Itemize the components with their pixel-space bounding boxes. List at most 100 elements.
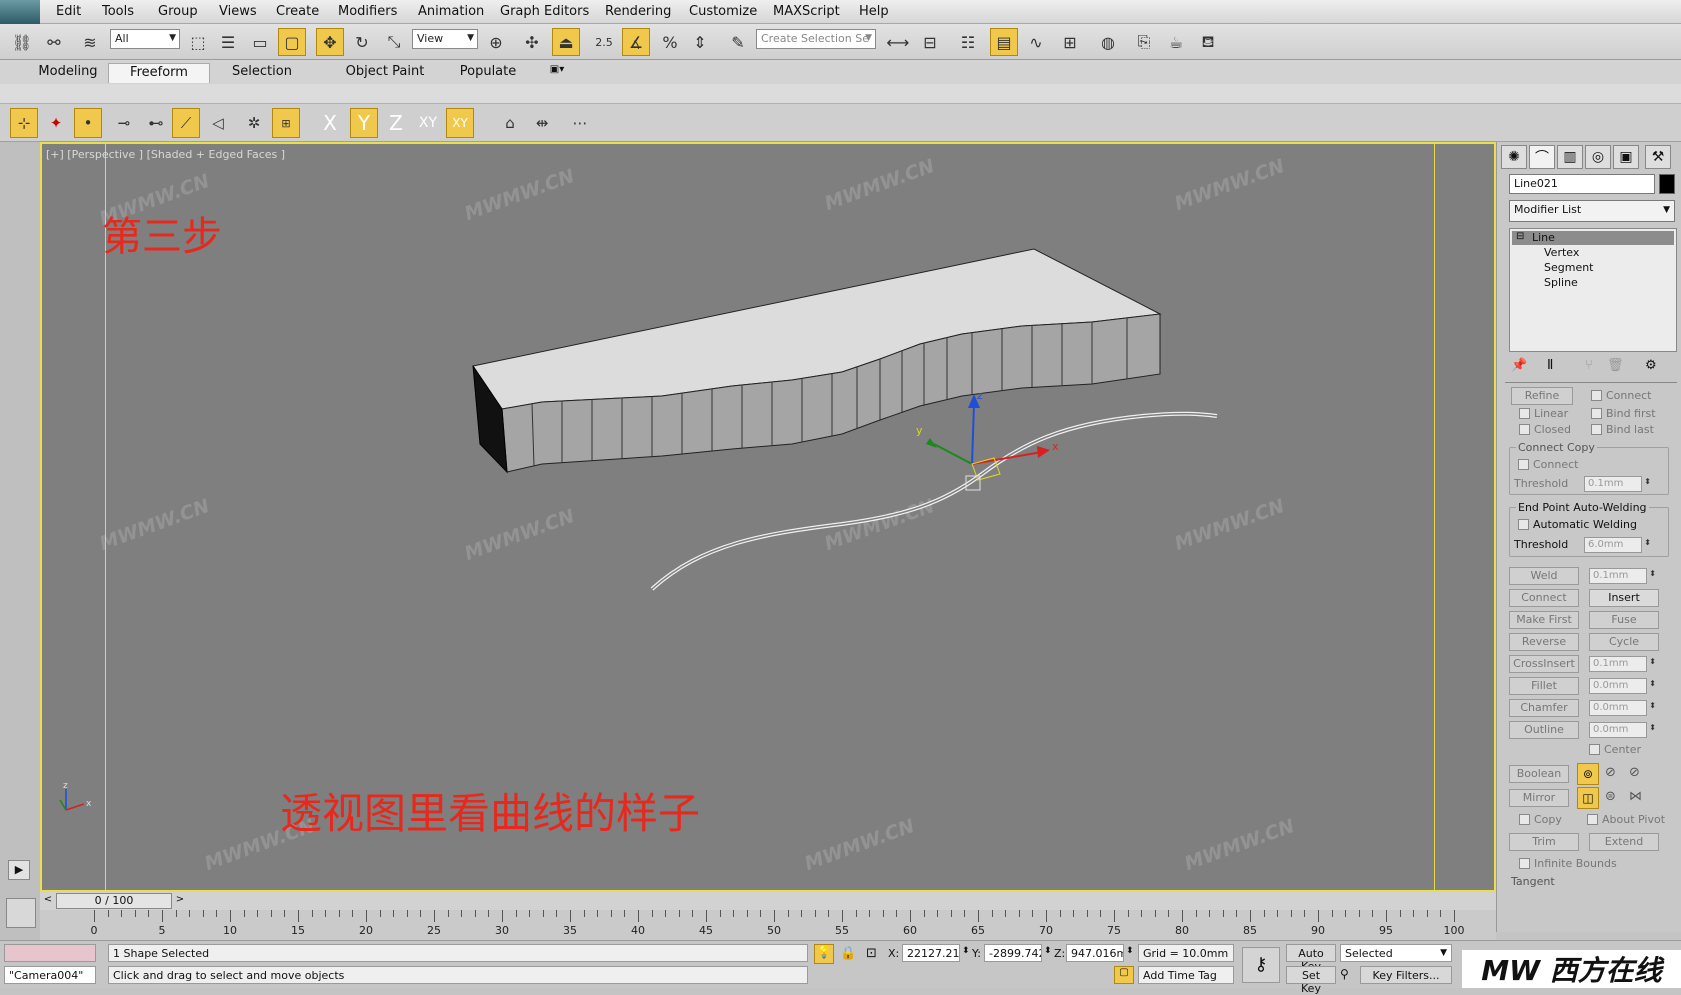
menu-edit[interactable]: Edit — [56, 4, 81, 19]
snap-pivot-icon[interactable]: ✦ — [42, 108, 70, 138]
boolean-subtract-icon[interactable]: ⊘ — [1605, 765, 1616, 780]
axis-xy-snap-button[interactable]: XY — [446, 108, 474, 138]
automatic-welding-checkbox[interactable]: Automatic Welding — [1518, 518, 1637, 531]
snap-edge-icon[interactable]: ⟋ — [172, 108, 200, 138]
absolute-mode-icon[interactable]: ⊡ — [866, 946, 877, 961]
spinner-arrows-icon[interactable]: ⬍ — [1044, 946, 1052, 956]
object-color-swatch[interactable] — [1659, 174, 1675, 194]
unlink-icon[interactable]: ⚯ — [40, 28, 68, 56]
spinner-arrows-icon[interactable]: ⬍ — [962, 946, 970, 956]
snap-options-icon[interactable]: ✲ — [240, 108, 268, 138]
key-filters-button[interactable]: Key Filters... — [1360, 966, 1452, 984]
named-selection-sets-dropdown[interactable]: Create Selection Se ▼ — [756, 29, 876, 49]
about-pivot-checkbox[interactable]: About Pivot — [1587, 813, 1665, 826]
axis-y-button[interactable]: Y — [350, 108, 378, 138]
mirror-copy-checkbox[interactable]: Copy — [1519, 813, 1562, 826]
manipulate-icon[interactable]: ✣ — [518, 28, 546, 56]
mirror-button[interactable]: Mirror — [1509, 789, 1569, 807]
render-frame-icon[interactable]: ☕ — [1162, 28, 1190, 56]
keyboard-shortcut-override-icon[interactable]: ⏏ — [552, 28, 580, 56]
weld-spinner[interactable]: 0.1mm ⬍ — [1589, 568, 1656, 584]
chamfer-spinner[interactable]: 0.0mm ⬍ — [1589, 700, 1656, 716]
modifier-list-dropdown[interactable]: Modifier List ▼ — [1509, 200, 1675, 222]
menu-graph-editors[interactable]: Graph Editors — [500, 4, 589, 19]
crossinsert-button[interactable]: CrossInsert — [1509, 655, 1579, 673]
axis-x-button[interactable]: X — [316, 108, 344, 138]
linear-checkbox[interactable]: Linear — [1519, 407, 1568, 420]
ruler-tool-icon[interactable]: ⋯ — [566, 108, 594, 138]
stack-item-spline[interactable]: Spline — [1544, 276, 1578, 289]
motion-tab-icon[interactable]: ◎ — [1585, 145, 1611, 169]
render-setup-icon[interactable]: ⎘ — [1130, 28, 1158, 56]
make-first-button[interactable]: Make First — [1509, 611, 1579, 629]
snap-endpoint-icon[interactable]: ⊸ — [110, 108, 138, 138]
fuse-button[interactable]: Fuse — [1589, 611, 1659, 629]
mirror-both-icon[interactable]: ⋈ — [1629, 789, 1642, 804]
align-icon[interactable]: ⊟ — [916, 28, 944, 56]
scene-explorer-icon[interactable]: ▤ — [990, 28, 1018, 56]
stack-item-vertex[interactable]: Vertex — [1544, 246, 1579, 259]
select-object-icon[interactable]: ⬚ — [184, 28, 212, 56]
boolean-union-icon[interactable]: ⊚ — [1577, 763, 1599, 785]
menu-customize[interactable]: Customize — [689, 4, 757, 19]
perspective-viewport[interactable]: [+] [Perspective ] [Shaded + Edged Faces… — [40, 142, 1496, 892]
stack-item-line[interactable]: Line — [1532, 231, 1555, 244]
key-filter-icon[interactable]: ⚲ — [1340, 967, 1349, 981]
menu-create[interactable]: Create — [276, 4, 319, 19]
refine-connect-checkbox[interactable]: Connect — [1591, 389, 1651, 402]
infinite-bounds-checkbox[interactable]: Infinite Bounds — [1519, 857, 1617, 870]
play-button[interactable]: ▶ — [8, 860, 30, 880]
next-frame-icon[interactable]: > — [174, 894, 186, 908]
expand-minus-icon[interactable]: ⊟ — [1516, 231, 1524, 242]
application-button[interactable] — [0, 0, 40, 24]
render-production-icon[interactable]: ⛾ — [1194, 28, 1222, 56]
mirror-horizontal-icon[interactable]: ◫ — [1577, 787, 1599, 809]
utilities-tab-icon[interactable]: ⚒ — [1645, 145, 1671, 169]
snap-grid-points-icon[interactable]: ⊹ — [10, 108, 38, 138]
trim-button[interactable]: Trim — [1509, 833, 1579, 851]
weld-button[interactable]: Weld — [1509, 567, 1579, 585]
bind-space-warp-icon[interactable]: ≋ — [76, 28, 104, 56]
y-coord-field[interactable]: -2899.742 — [984, 944, 1042, 962]
spinner-arrows-icon[interactable]: ⬍ — [1126, 946, 1134, 956]
x-coord-field[interactable]: 22127.215 — [902, 944, 960, 962]
ribbon-options-button[interactable]: ▣▾ — [544, 63, 570, 83]
rectangular-selection-icon[interactable]: ▭ — [246, 28, 274, 56]
snap-midpoint-icon[interactable]: ⊷ — [142, 108, 170, 138]
add-time-tag-button[interactable]: Add Time Tag — [1138, 966, 1234, 984]
edit-named-selection-icon[interactable]: ✎ — [724, 28, 752, 56]
extend-button[interactable]: Extend — [1589, 833, 1659, 851]
snap-vertex-icon[interactable]: • — [74, 108, 102, 138]
tab-object-paint[interactable]: Object Paint — [330, 63, 440, 83]
maxscript-listener-pink[interactable] — [4, 944, 96, 962]
tab-selection[interactable]: Selection — [222, 63, 302, 83]
create-tab-icon[interactable]: ✺ — [1501, 145, 1527, 169]
set-key-button[interactable]: Set Key — [1286, 966, 1336, 995]
track-bar[interactable]: 0 5 10 15 20 25 30 35 40 45 50 55 60 65 70 75 80 85 90 95 10… — [40, 910, 1496, 940]
menu-tools[interactable]: Tools — [102, 4, 134, 19]
mini-listener-toggle[interactable] — [6, 898, 36, 928]
z-coord-field[interactable]: 947.016mm — [1066, 944, 1124, 962]
set-key-icon[interactable]: ⚷ — [1242, 947, 1280, 983]
percent-snap-icon[interactable]: % — [656, 28, 684, 56]
tab-populate[interactable]: Populate — [448, 63, 528, 83]
make-unique-icon[interactable]: ⑂ — [1585, 358, 1593, 373]
pivot-center-icon[interactable]: ⊕ — [482, 28, 510, 56]
isolate-selection-icon[interactable]: 💡 — [814, 944, 834, 964]
show-end-result-icon[interactable]: Ⅱ — [1547, 358, 1553, 373]
display-tab-icon[interactable]: ▣ — [1613, 145, 1639, 169]
snaps-toggle-icon[interactable]: 2.5 — [590, 28, 618, 56]
reverse-button[interactable]: Reverse — [1509, 633, 1579, 651]
menu-group[interactable]: Group — [158, 4, 198, 19]
schematic-view-icon[interactable]: ⊞ — [1056, 28, 1084, 56]
refine-button[interactable]: Refine — [1511, 387, 1573, 405]
selection-lock-icon[interactable]: 🔒 — [840, 946, 856, 961]
bind-first-checkbox[interactable]: Bind first — [1591, 407, 1656, 420]
closed-checkbox[interactable]: Closed — [1519, 423, 1571, 436]
crossinsert-spinner[interactable]: 0.1mm ⬍ — [1589, 656, 1656, 672]
connect-button[interactable]: Connect — [1509, 589, 1579, 607]
time-slider[interactable]: < 0 / 100 > — [40, 892, 1496, 910]
hierarchy-tab-icon[interactable]: ▥ — [1557, 145, 1583, 169]
measure-tool-icon[interactable]: ⇹ — [528, 108, 556, 138]
curve-editor-icon[interactable]: ∿ — [1022, 28, 1050, 56]
